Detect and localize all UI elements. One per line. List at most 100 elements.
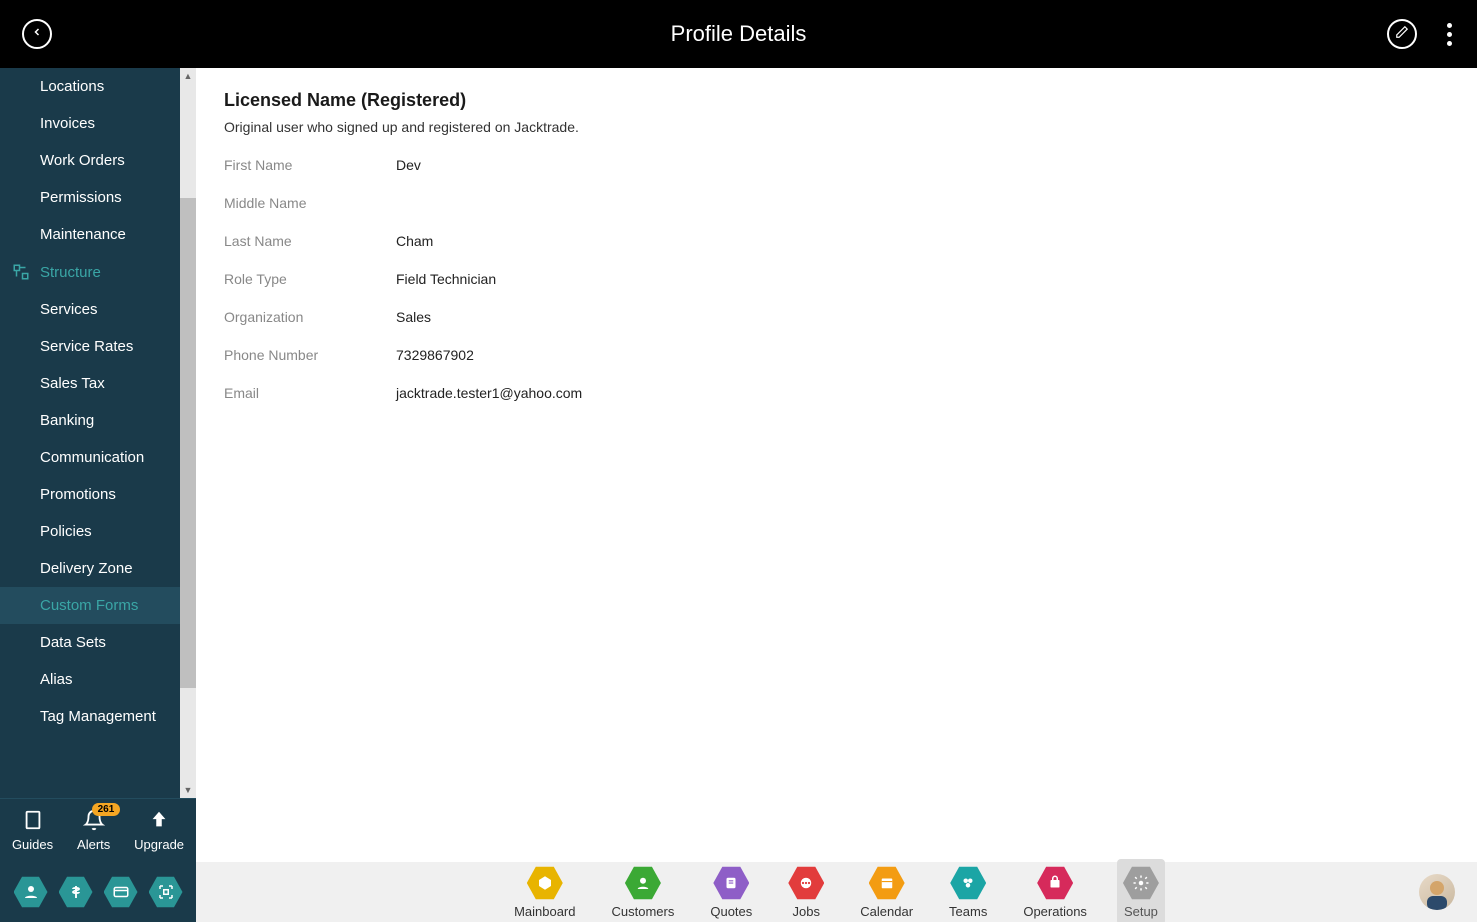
nav-calendar[interactable]: Calendar [854,859,919,922]
scroll-up-icon[interactable]: ▲ [180,68,196,84]
pencil-icon [1395,25,1409,44]
alerts-badge: 261 [92,803,121,816]
guides-button[interactable]: Guides [12,809,53,852]
field-row: Last Name Cham [224,233,1449,249]
nav-operations[interactable]: Operations [1017,859,1093,922]
sidebar-item-alias[interactable]: Alias [0,661,196,698]
nav-teams[interactable]: Teams [943,859,993,922]
sidebar-item-label: Invoices [40,115,95,132]
edit-button[interactable] [1387,19,1417,49]
sidebar-item-banking[interactable]: Banking [0,402,196,439]
structure-icon [12,263,30,281]
sidebar-item-permissions[interactable]: Permissions [0,179,196,216]
upgrade-button[interactable]: Upgrade [134,809,184,852]
field-label: Middle Name [224,195,396,211]
sidebar-item-invoices[interactable]: Invoices [0,105,196,142]
section-description: Original user who signed up and register… [224,119,1449,135]
sidebar-item-label: Policies [40,523,92,540]
app-header: Profile Details [0,0,1477,68]
field-label: Email [224,385,396,401]
alerts-button[interactable]: 261 Alerts [77,809,110,852]
nav-label: Operations [1023,904,1087,919]
main-content: Licensed Name (Registered) Original user… [196,68,1477,862]
page-title: Profile Details [671,21,807,47]
nav-label: Teams [949,904,987,919]
nav-label: Setup [1124,904,1158,919]
field-row: Phone Number 7329867902 [224,347,1449,363]
sidebar-item-service-rates[interactable]: Service Rates [0,328,196,365]
field-label: Organization [224,309,396,325]
sidebar-item-sales-tax[interactable]: Sales Tax [0,365,196,402]
sidebar-group-structure[interactable]: Structure [0,253,196,291]
sidebar-item-label: Work Orders [40,152,125,169]
sidebar-footer: Guides 261 Alerts Upgrade [0,798,196,862]
calendar-icon [869,865,905,901]
sidebar-item-tag-management[interactable]: Tag Management [0,698,196,735]
sidebar-item-work-orders[interactable]: Work Orders [0,142,196,179]
field-value: Cham [396,233,433,249]
field-value: Sales [396,309,431,325]
sidebar-item-data-sets[interactable]: Data Sets [0,624,196,661]
setup-icon [1123,865,1159,901]
nav-label: Mainboard [514,904,575,919]
more-button[interactable] [1439,19,1459,49]
sidebar-item-policies[interactable]: Policies [0,513,196,550]
nav-customers[interactable]: Customers [606,859,681,922]
sidebar: Locations Invoices Work Orders Permissio… [0,68,196,862]
sidebar-item-label: Sales Tax [40,375,105,392]
field-label: Last Name [224,233,396,249]
bottom-bar: Mainboard Customers Quotes Jobs Calendar… [0,862,1477,922]
quick-user-button[interactable] [14,875,48,909]
scroll-down-icon[interactable]: ▼ [180,782,196,798]
guide-icon [22,809,44,831]
sidebar-item-communication[interactable]: Communication [0,439,196,476]
nav-label: Customers [612,904,675,919]
field-label: Phone Number [224,347,396,363]
quick-money-button[interactable] [59,875,93,909]
upgrade-label: Upgrade [134,837,184,852]
sidebar-item-locations[interactable]: Locations [0,68,196,105]
scrollbar[interactable]: ▲ ▼ [180,68,196,798]
quick-card-button[interactable] [104,875,138,909]
sidebar-item-label: Delivery Zone [40,560,133,577]
field-value: 7329867902 [396,347,474,363]
field-value: Field Technician [396,271,496,287]
nav-quotes[interactable]: Quotes [704,859,758,922]
field-value: jacktrade.tester1@yahoo.com [396,385,582,401]
field-value: Dev [396,157,421,173]
sidebar-item-custom-forms[interactable]: Custom Forms [0,587,196,624]
avatar[interactable] [1419,874,1455,910]
nav-label: Jobs [793,904,820,919]
nav-jobs[interactable]: Jobs [782,859,830,922]
nav-setup[interactable]: Setup [1117,859,1165,922]
scroll-thumb[interactable] [180,198,196,688]
guides-label: Guides [12,837,53,852]
quick-scan-button[interactable] [149,875,183,909]
sidebar-group-label: Structure [40,264,101,281]
section-title: Licensed Name (Registered) [224,90,1449,111]
sidebar-item-label: Banking [40,412,94,429]
sidebar-item-services[interactable]: Services [0,291,196,328]
mainboard-icon [527,865,563,901]
jobs-icon [788,865,824,901]
field-row: First Name Dev [224,157,1449,173]
upgrade-icon [148,809,170,831]
sidebar-item-label: Promotions [40,486,116,503]
back-button[interactable] [22,19,52,49]
chevron-left-icon [31,25,43,43]
sidebar-item-label: Tag Management [40,708,156,725]
sidebar-item-maintenance[interactable]: Maintenance [0,216,196,253]
customers-icon [625,865,661,901]
sidebar-item-label: Maintenance [40,226,126,243]
field-row: Organization Sales [224,309,1449,325]
sidebar-item-label: Permissions [40,189,122,206]
sidebar-item-label: Locations [40,78,104,95]
nav-label: Calendar [860,904,913,919]
sidebar-item-delivery-zone[interactable]: Delivery Zone [0,550,196,587]
nav-mainboard[interactable]: Mainboard [508,859,581,922]
sidebar-item-label: Service Rates [40,338,133,355]
sidebar-scroll[interactable]: Locations Invoices Work Orders Permissio… [0,68,196,798]
field-row: Email jacktrade.tester1@yahoo.com [224,385,1449,401]
sidebar-item-promotions[interactable]: Promotions [0,476,196,513]
alerts-label: Alerts [77,837,110,852]
